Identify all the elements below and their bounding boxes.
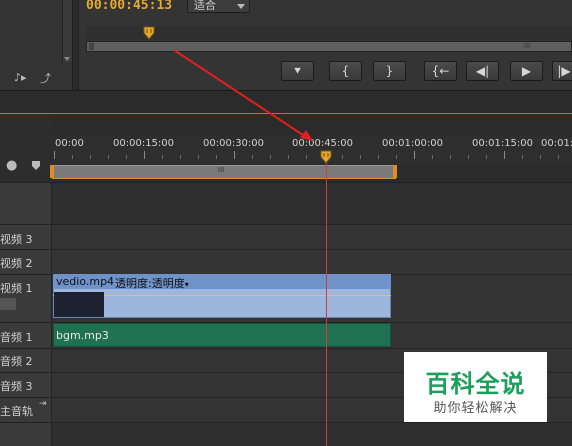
watermark-title: 百科全说: [425, 370, 526, 398]
watermark-subtitle: 助你轻松解决: [433, 401, 518, 416]
